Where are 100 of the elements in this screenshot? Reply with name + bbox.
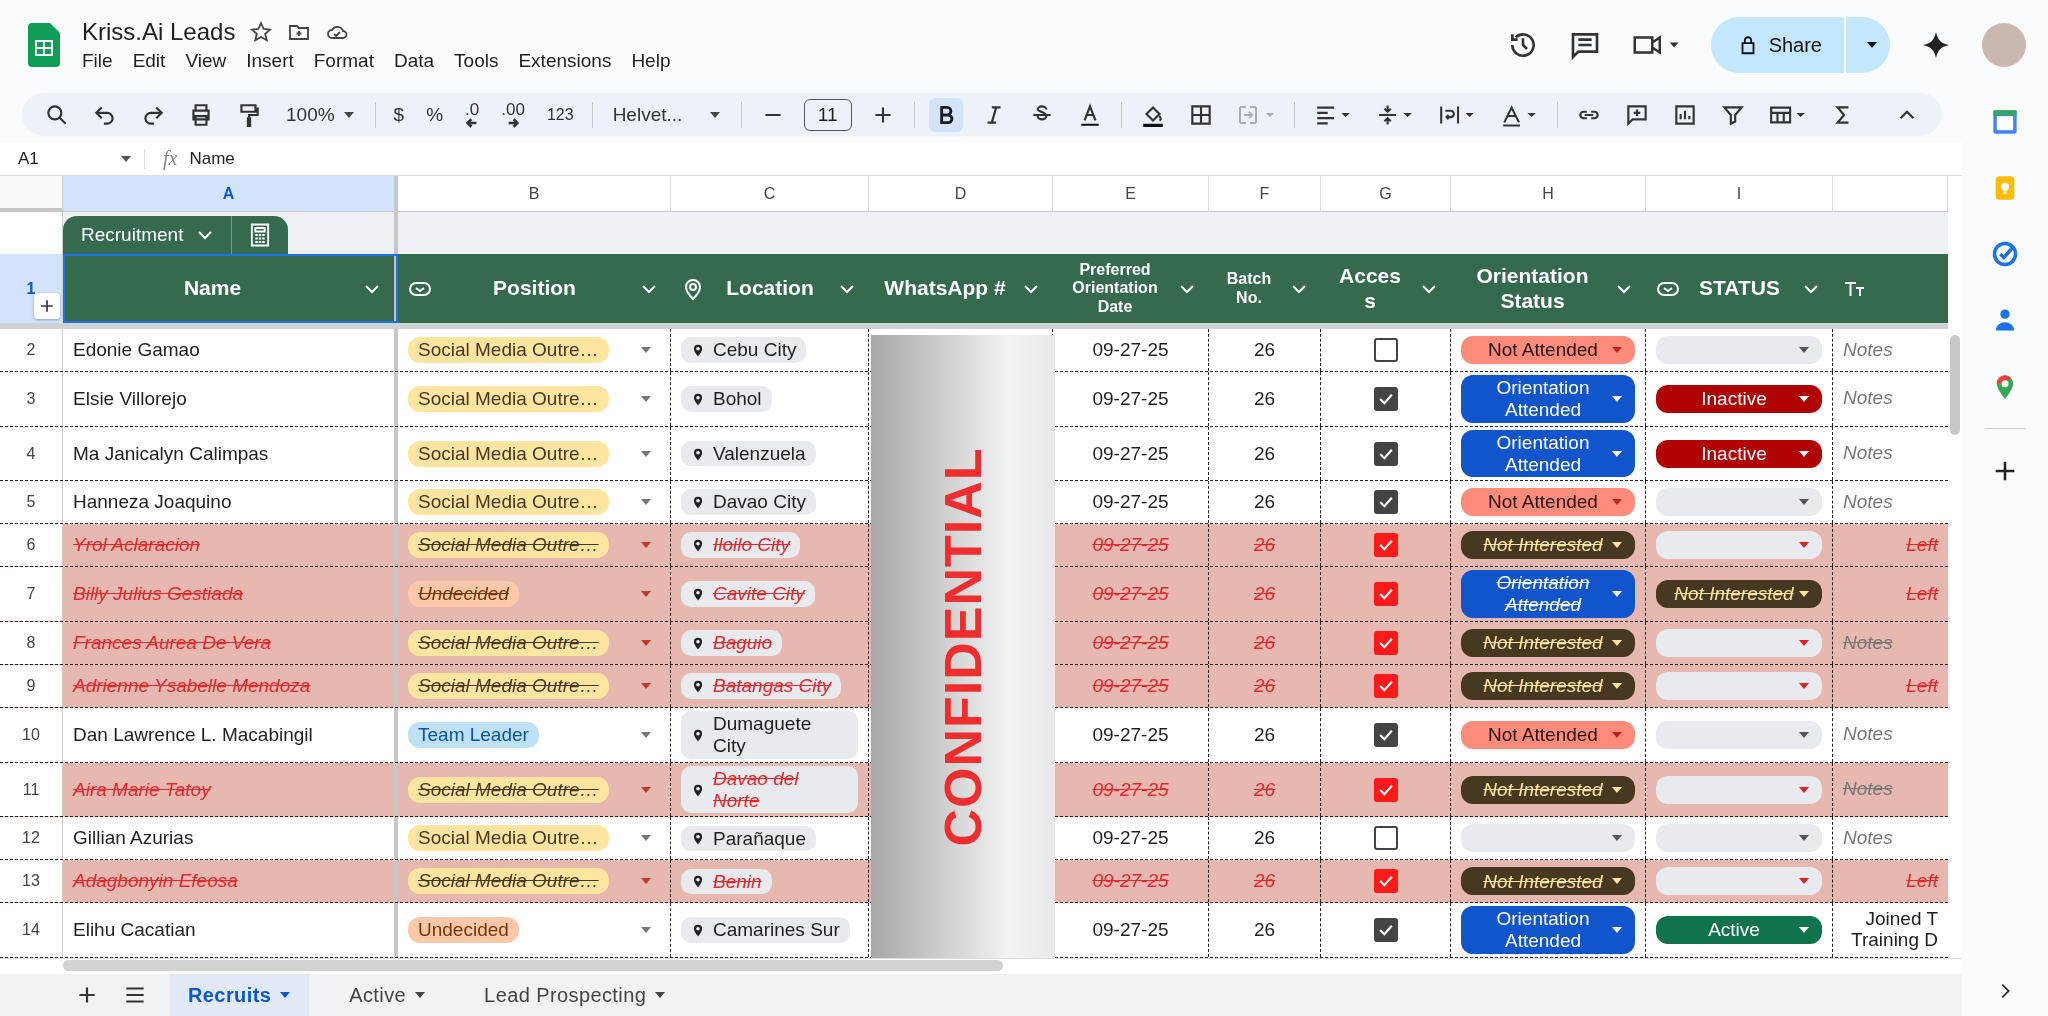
caret-icon[interactable] bbox=[640, 449, 652, 458]
row-number[interactable]: 13 bbox=[0, 860, 63, 903]
position-tag[interactable]: Social Media Outre… bbox=[408, 440, 609, 467]
sheet-tab[interactable]: Lead Prospecting bbox=[466, 974, 685, 1016]
document-title[interactable]: Kriss.Ai Leads bbox=[82, 18, 236, 46]
menu-item[interactable]: View bbox=[185, 50, 227, 72]
caret-icon[interactable] bbox=[640, 346, 652, 354]
add-row-button[interactable] bbox=[34, 293, 60, 319]
column-header[interactable]: H bbox=[1451, 176, 1646, 211]
location-chip[interactable]: Dumaguete City bbox=[681, 711, 858, 759]
status-dropdown[interactable]: Orientation Attended bbox=[1461, 906, 1635, 955]
status-dropdown[interactable]: Active bbox=[1656, 916, 1822, 945]
sheets-logo-icon[interactable] bbox=[28, 23, 60, 67]
location-chip[interactable]: Cavite City bbox=[681, 581, 815, 608]
share-button[interactable]: Share bbox=[1710, 17, 1844, 73]
row-header[interactable]: 1 bbox=[0, 254, 63, 323]
caret-icon[interactable] bbox=[640, 834, 652, 843]
status-dropdown[interactable]: Orientation Attended bbox=[1461, 429, 1635, 478]
column-header[interactable]: B bbox=[398, 176, 671, 211]
column-header[interactable]: F bbox=[1209, 176, 1321, 211]
bold-icon[interactable] bbox=[928, 97, 963, 132]
column-header[interactable]: I bbox=[1646, 176, 1833, 211]
checkbox[interactable] bbox=[1373, 490, 1398, 515]
position-tag[interactable]: Social Media Outre… bbox=[408, 385, 609, 412]
caret-icon[interactable] bbox=[640, 541, 652, 550]
status-dropdown[interactable]: Not Interested bbox=[1656, 580, 1822, 609]
caret-icon[interactable] bbox=[640, 877, 652, 886]
location-chip[interactable]: Davao City bbox=[681, 489, 816, 516]
increase-decimal-button[interactable]: .00 bbox=[497, 101, 529, 129]
status-dropdown[interactable]: Orientation Attended bbox=[1461, 570, 1635, 619]
position-tag[interactable]: Undecided bbox=[408, 917, 519, 944]
zoom-dropdown[interactable]: 100% bbox=[280, 99, 361, 130]
row-number[interactable]: 9 bbox=[0, 665, 63, 708]
location-chip[interactable]: Iloilo City bbox=[681, 532, 801, 559]
checkbox[interactable] bbox=[1373, 869, 1398, 894]
caret-icon[interactable] bbox=[640, 498, 652, 507]
status-dropdown[interactable]: Not Interested bbox=[1461, 672, 1635, 701]
font-dropdown[interactable]: Helvet... bbox=[606, 99, 727, 130]
row-number[interactable]: 6 bbox=[0, 524, 63, 567]
status-dropdown[interactable]: Inactive bbox=[1656, 384, 1822, 413]
location-chip[interactable]: Parañaque bbox=[681, 825, 816, 852]
caret-icon[interactable] bbox=[640, 926, 652, 935]
location-chip[interactable]: Bohol bbox=[681, 385, 772, 412]
position-tag[interactable]: Social Media Outre… bbox=[408, 532, 609, 559]
location-chip[interactable]: Valenzuela bbox=[681, 440, 816, 467]
checkbox[interactable] bbox=[1373, 338, 1398, 362]
menu-item[interactable]: Insert bbox=[246, 50, 294, 72]
caret-icon[interactable] bbox=[640, 730, 652, 739]
status-dropdown[interactable]: Not Interested bbox=[1461, 775, 1635, 804]
formula-field[interactable]: Name bbox=[189, 148, 235, 169]
location-chip[interactable]: Cebu City bbox=[681, 337, 807, 363]
row-number[interactable]: 8 bbox=[0, 622, 63, 665]
menu-item[interactable]: Help bbox=[631, 50, 671, 72]
caret-icon[interactable] bbox=[640, 639, 652, 648]
checkbox[interactable] bbox=[1373, 826, 1398, 851]
position-tag[interactable]: Social Media Outre… bbox=[408, 489, 609, 516]
position-tag[interactable]: Social Media Outre… bbox=[408, 673, 609, 700]
caret-icon[interactable] bbox=[640, 590, 652, 599]
font-size-field[interactable]: 11 bbox=[803, 98, 852, 131]
position-tag[interactable]: Social Media Outre… bbox=[408, 868, 609, 895]
column-header[interactable]: C bbox=[671, 176, 869, 211]
checkbox[interactable] bbox=[1373, 777, 1398, 802]
menu-item[interactable]: Data bbox=[393, 50, 435, 72]
checkbox[interactable] bbox=[1373, 674, 1398, 699]
location-chip[interactable]: Baguio bbox=[681, 630, 783, 656]
column-header[interactable]: G bbox=[1321, 176, 1451, 211]
caret-icon[interactable] bbox=[640, 785, 652, 794]
location-chip[interactable]: Benin bbox=[681, 868, 772, 895]
column-header[interactable]: D bbox=[869, 176, 1053, 211]
checkbox[interactable] bbox=[1373, 386, 1398, 411]
status-dropdown[interactable]: Not Attended bbox=[1461, 336, 1635, 364]
location-chip[interactable]: Camarines Sur bbox=[681, 917, 850, 944]
decrease-decimal-button[interactable]: .0 bbox=[461, 101, 484, 129]
calendar-icon[interactable] bbox=[1991, 108, 2019, 136]
checkbox[interactable] bbox=[1373, 582, 1398, 607]
menu-item[interactable]: Tools bbox=[454, 50, 499, 72]
position-tag[interactable]: Social Media Outre… bbox=[408, 630, 609, 657]
row-number[interactable]: 7 bbox=[0, 567, 63, 622]
cell-reference-field[interactable]: A1 bbox=[0, 148, 145, 169]
location-chip[interactable]: Batangas City bbox=[681, 673, 842, 699]
column-header[interactable]: A bbox=[63, 176, 398, 211]
checkbox[interactable] bbox=[1373, 631, 1398, 656]
star-icon[interactable] bbox=[249, 20, 274, 44]
menu-item[interactable]: File bbox=[82, 50, 113, 72]
status-dropdown[interactable]: Not Attended bbox=[1461, 720, 1635, 749]
sheet-tab[interactable]: Active bbox=[331, 974, 445, 1016]
menu-item[interactable]: Edit bbox=[132, 50, 166, 72]
position-tag[interactable]: Social Media Outre… bbox=[408, 337, 609, 363]
checkbox[interactable] bbox=[1373, 441, 1398, 466]
status-dropdown[interactable]: Not Interested bbox=[1461, 629, 1635, 658]
checkbox[interactable] bbox=[1373, 722, 1398, 747]
status-dropdown[interactable]: Inactive bbox=[1656, 439, 1822, 468]
currency-format-button[interactable]: $ bbox=[389, 103, 409, 126]
percent-format-button[interactable]: % bbox=[422, 103, 448, 126]
location-chip[interactable]: Davao del Norte bbox=[681, 765, 858, 814]
status-dropdown[interactable]: Not Interested bbox=[1461, 531, 1635, 560]
caret-icon[interactable] bbox=[640, 394, 652, 403]
menu-item[interactable]: Extensions bbox=[518, 50, 612, 72]
scrollbar-thumb[interactable] bbox=[63, 960, 1003, 972]
menu-item[interactable]: Format bbox=[313, 50, 374, 72]
